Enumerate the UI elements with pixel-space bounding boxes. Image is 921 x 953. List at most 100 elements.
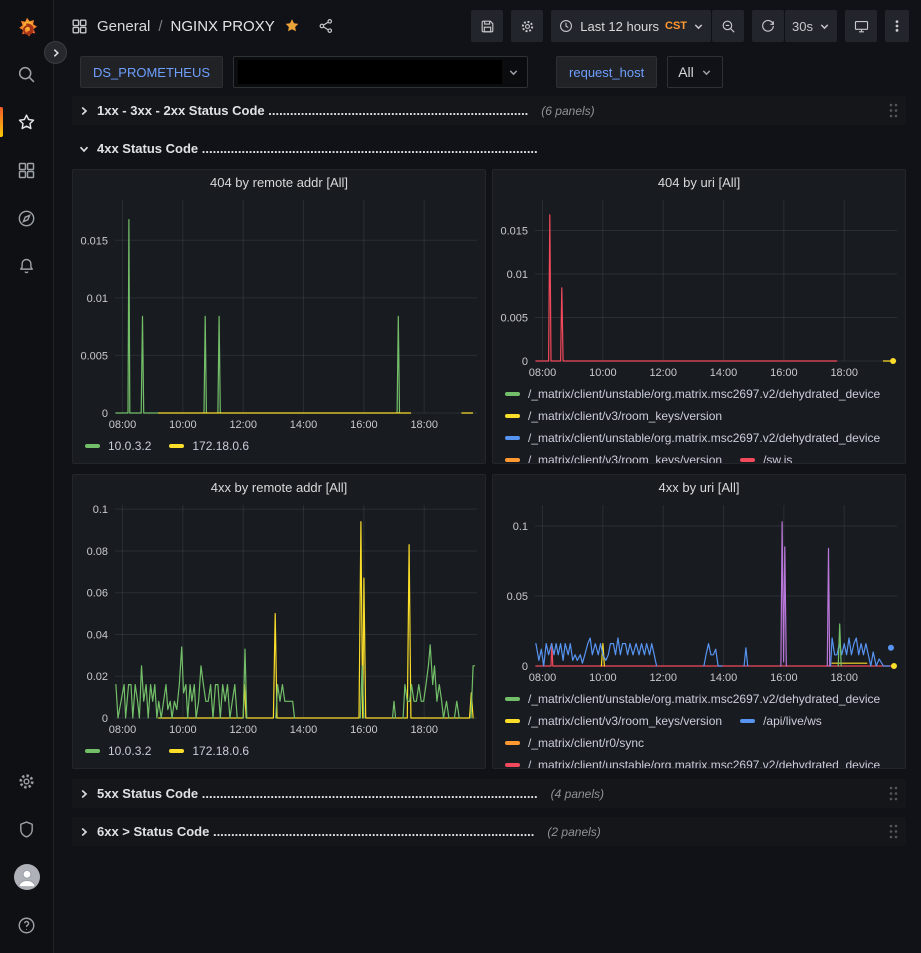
- share-icon[interactable]: [317, 17, 335, 35]
- legend-swatch: [505, 392, 520, 396]
- legend-label: /_matrix/client/v3/room_keys/version: [528, 405, 722, 427]
- legend-swatch: [740, 719, 755, 723]
- sidebar-item-dashboards[interactable]: [0, 146, 54, 194]
- variable-datasource-select[interactable]: [233, 56, 528, 88]
- avatar: [14, 864, 40, 890]
- svg-text:0: 0: [522, 661, 528, 673]
- legend-item[interactable]: /sw.js: [740, 449, 792, 463]
- timeseries-chart[interactable]: 08:0010:0012:0014:0016:0018:0000.020.040…: [73, 497, 485, 738]
- panel-title[interactable]: 404 by uri [All]: [493, 170, 905, 192]
- refresh-interval-picker[interactable]: 30s: [785, 10, 837, 42]
- svg-text:18:00: 18:00: [830, 367, 858, 379]
- timeseries-chart[interactable]: 08:0010:0012:0014:0016:0018:0000.0050.01…: [493, 192, 905, 381]
- svg-text:0: 0: [102, 713, 108, 725]
- legend-label: /_matrix/client/unstable/org.matrix.msc2…: [528, 754, 880, 768]
- legend-label: /_matrix/client/v3/room_keys/version: [528, 710, 722, 732]
- sidebar-item-help[interactable]: [0, 901, 54, 949]
- svg-text:10:00: 10:00: [589, 672, 617, 684]
- save-dashboard-button[interactable]: [471, 10, 503, 42]
- row-5xx[interactable]: 5xx Status Code ........................…: [72, 779, 906, 808]
- sidebar-expand-button[interactable]: [44, 41, 67, 64]
- svg-text:0.1: 0.1: [513, 521, 528, 533]
- svg-text:14:00: 14:00: [290, 724, 318, 736]
- panel-title[interactable]: 4xx by uri [All]: [493, 475, 905, 497]
- legend-label: /sw.js: [763, 449, 792, 463]
- panel-grid: 404 by remote addr [All] 08:00 10:00 12:00…: [72, 169, 906, 769]
- save-icon: [479, 18, 496, 35]
- time-range-picker[interactable]: Last 12 hours CST: [551, 10, 711, 42]
- timezone-label: CST: [665, 20, 687, 32]
- legend-label: /api/live/ws: [763, 710, 822, 732]
- row-title: 6xx > Status Code ......................…: [97, 824, 534, 839]
- person-icon: [14, 864, 40, 890]
- kebab-menu-icon: [889, 18, 905, 34]
- panel-title[interactable]: 404 by remote addr [All]: [73, 170, 485, 192]
- svg-text:10:00: 10:00: [589, 367, 617, 379]
- legend-item[interactable]: 10.0.3.2: [85, 740, 151, 762]
- shield-icon: [16, 819, 37, 840]
- legend-item[interactable]: /_matrix/client/v3/room_keys/version: [505, 449, 722, 463]
- svg-text:14:00: 14:00: [710, 672, 738, 684]
- legend-label: /_matrix/client/unstable/org.matrix.msc2…: [528, 383, 880, 405]
- page-title[interactable]: NGINX PROXY: [171, 18, 275, 35]
- sidebar-item-server-admin[interactable]: [0, 805, 54, 853]
- dashboard-body: 1xx - 3xx - 2xx Status Code ............…: [54, 92, 921, 953]
- sidebar-item-configuration[interactable]: [0, 757, 54, 805]
- timeseries-chart[interactable]: 08:0010:0012:0014:0016:0018:0000.050.1: [493, 497, 905, 686]
- refresh-button[interactable]: [752, 10, 784, 42]
- legend-item[interactable]: 172.18.0.6: [169, 435, 249, 457]
- zoom-out-time-button[interactable]: [712, 10, 744, 42]
- legend-label: /_matrix/client/unstable/org.matrix.msc2…: [528, 427, 880, 449]
- legend-label: 172.18.0.6: [192, 740, 249, 762]
- drag-handle-icon[interactable]: [887, 784, 900, 803]
- legend-item[interactable]: 172.18.0.6: [169, 740, 249, 762]
- legend-item[interactable]: /_matrix/client/unstable/org.matrix.msc2…: [505, 754, 880, 768]
- gear-icon: [519, 18, 536, 35]
- svg-text:18:00: 18:00: [830, 672, 858, 684]
- sidebar-item-explore[interactable]: [0, 194, 54, 242]
- favorite-star-icon[interactable]: [283, 17, 301, 35]
- legend-item[interactable]: /_matrix/client/unstable/org.matrix.msc2…: [505, 688, 880, 710]
- panel-legend: /_matrix/client/unstable/org.matrix.msc2…: [493, 381, 905, 463]
- row-4xx[interactable]: 4xx Status Code ........................…: [72, 134, 906, 163]
- legend-item[interactable]: /_matrix/client/unstable/org.matrix.msc2…: [505, 383, 880, 405]
- legend-item[interactable]: /_matrix/client/unstable/org.matrix.msc2…: [505, 427, 880, 449]
- legend-item[interactable]: /_matrix/client/v3/room_keys/version: [505, 405, 722, 427]
- breadcrumb-section[interactable]: General: [97, 18, 150, 35]
- drag-handle-icon[interactable]: [887, 822, 900, 841]
- sidebar-item-profile[interactable]: [0, 853, 54, 901]
- dashboard-settings-button[interactable]: [511, 10, 543, 42]
- panel-404-by-uri: 404 by uri [All] 08:0010:0012:0014:0016:…: [492, 169, 906, 464]
- svg-text:08:00: 08:00: [109, 724, 137, 736]
- legend-item[interactable]: 10.0.3.2: [85, 435, 151, 457]
- grafana-logo[interactable]: [13, 10, 41, 50]
- chevron-right-icon: [51, 48, 61, 58]
- variable-request-host-select[interactable]: All: [667, 56, 723, 88]
- star-icon: [16, 112, 37, 133]
- sidebar-item-starred[interactable]: [0, 98, 54, 146]
- svg-text:16:00: 16:00: [350, 724, 378, 736]
- drag-handle-icon[interactable]: [887, 101, 900, 120]
- sidebar-bottom: [0, 757, 54, 953]
- svg-text:0: 0: [102, 408, 108, 420]
- svg-text:16:00: 16:00: [350, 419, 378, 431]
- svg-text:16:00: 16:00: [770, 367, 798, 379]
- legend-item[interactable]: /api/live/ws: [740, 710, 822, 732]
- row-1xx-3xx-2xx[interactable]: 1xx - 3xx - 2xx Status Code ............…: [72, 96, 906, 125]
- legend-item[interactable]: /_matrix/client/v3/room_keys/version: [505, 710, 722, 732]
- timeseries-chart[interactable]: 08:0010:0012:0014:0016:0018:0000.0050.01…: [73, 192, 485, 433]
- row-title: 1xx - 3xx - 2xx Status Code ............…: [97, 103, 528, 118]
- tv-mode-button[interactable]: [845, 10, 877, 42]
- legend-swatch: [505, 458, 520, 462]
- legend-swatch: [169, 444, 184, 448]
- panel-title[interactable]: 4xx by remote addr [All]: [73, 475, 485, 497]
- svg-text:08:00: 08:00: [109, 419, 137, 431]
- svg-text:12:00: 12:00: [229, 724, 257, 736]
- legend-item[interactable]: /_matrix/client/r0/sync: [505, 732, 644, 754]
- row-6xx[interactable]: 6xx > Status Code ......................…: [72, 817, 906, 846]
- svg-text:0.02: 0.02: [87, 671, 108, 683]
- sidebar-item-alerting[interactable]: [0, 242, 54, 290]
- dashboards-grid-icon: [16, 160, 37, 181]
- legend-swatch: [505, 436, 520, 440]
- more-options-button[interactable]: [885, 10, 909, 42]
